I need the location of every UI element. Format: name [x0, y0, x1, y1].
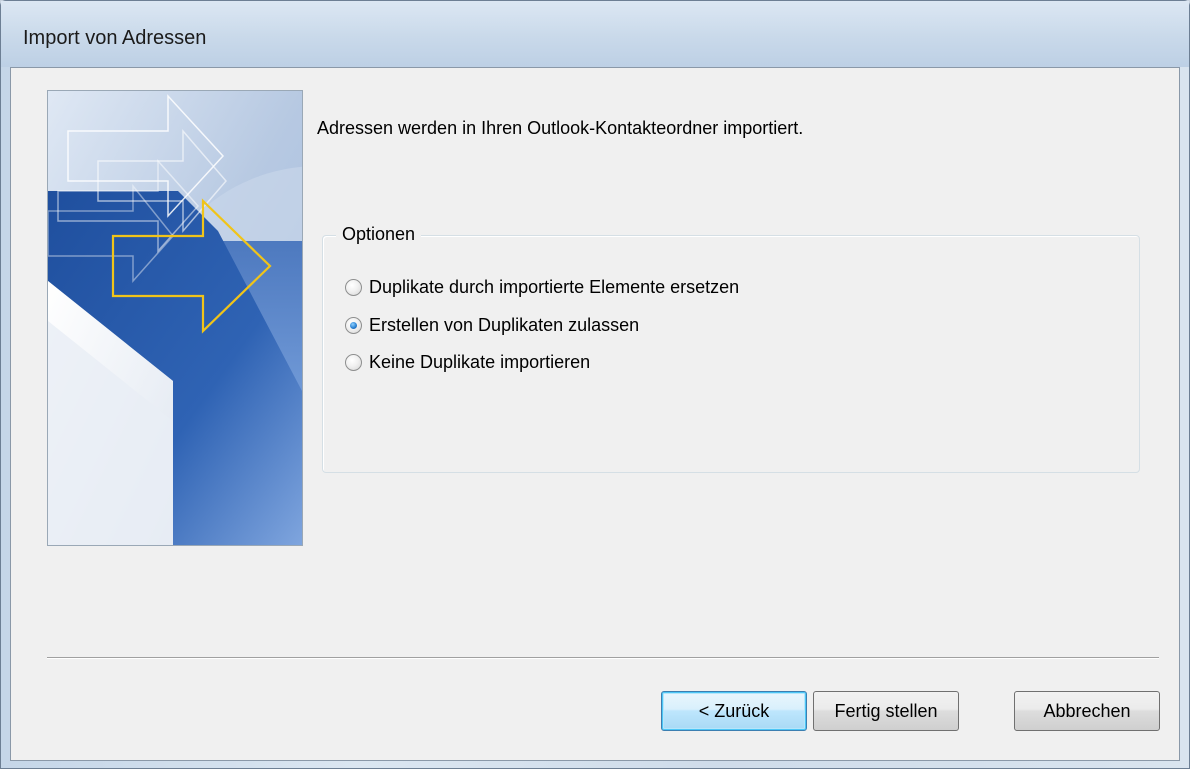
finish-button[interactable]: Fertig stellen — [813, 691, 959, 731]
button-separator — [47, 657, 1159, 659]
option-replace-duplicates[interactable]: Duplikate durch importierte Elemente ers… — [345, 275, 739, 299]
option-label: Keine Duplikate importieren — [369, 351, 591, 372]
option-label: Duplikate durch importierte Elemente ers… — [369, 276, 740, 297]
option-label: Erstellen von Duplikaten zulassen — [369, 314, 640, 335]
radio-unselected-icon[interactable] — [345, 353, 362, 371]
import-wizard-window: Import von Adressen Adressen werden in I… — [0, 0, 1190, 769]
back-button[interactable]: < Zurück — [661, 691, 807, 731]
title-bar[interactable]: Import von Adressen — [1, 1, 1189, 67]
options-groupbox: Optionen Duplikate durch importierte Ele… — [322, 224, 1140, 473]
option-no-duplicates[interactable]: Keine Duplikate importieren — [345, 350, 590, 374]
wizard-illustration — [47, 90, 303, 546]
cancel-button[interactable]: Abbrechen — [1014, 691, 1160, 731]
option-allow-duplicates[interactable]: Erstellen von Duplikaten zulassen — [345, 313, 639, 337]
window-title: Import von Adressen — [23, 27, 207, 49]
options-legend: Optionen — [336, 224, 422, 245]
radio-selected-icon[interactable] — [345, 316, 362, 334]
arrows-illustration-icon — [48, 91, 302, 545]
radio-unselected-icon[interactable] — [345, 278, 362, 296]
dialog-body: Adressen werden in Ihren Outlook-Kontakt… — [10, 67, 1180, 761]
intro-text: Adressen werden in Ihren Outlook-Kontakt… — [317, 118, 804, 138]
